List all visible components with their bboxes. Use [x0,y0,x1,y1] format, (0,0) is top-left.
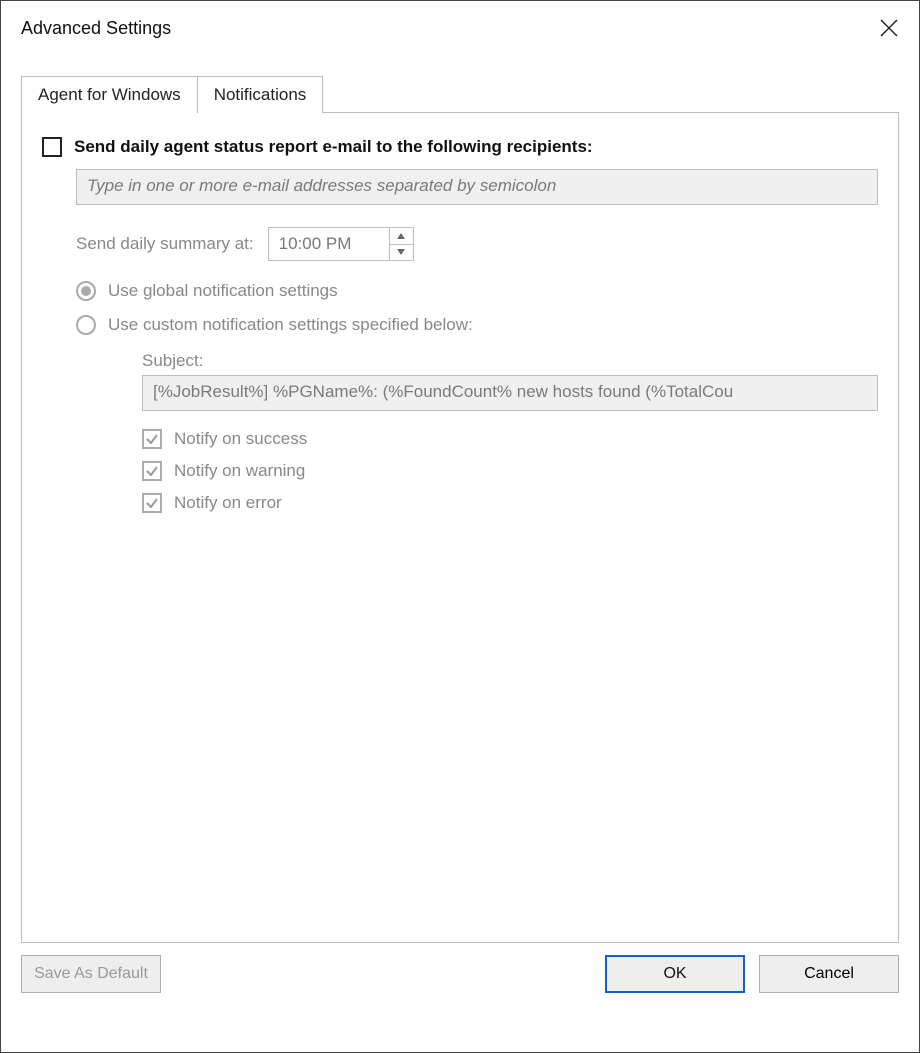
notify-success-label: Notify on success [174,429,307,449]
radio-custom-row: Use custom notification settings specifi… [76,315,878,335]
tabs-region: Agent for Windows Notifications Send dai… [1,75,919,943]
notify-warning-label: Notify on warning [174,461,305,481]
subject-label: Subject: [142,351,878,371]
close-icon [880,19,898,37]
close-button[interactable] [874,13,904,43]
send-daily-checkbox[interactable] [42,137,62,157]
check-icon [145,464,159,478]
tab-label: Agent for Windows [38,85,181,104]
advanced-settings-dialog: Advanced Settings Agent for Windows Noti… [0,0,920,1053]
button-label: Save As Default [34,965,148,983]
radio-global-row: Use global notification settings [76,281,878,301]
send-daily-label: Send daily agent status report e-mail to… [74,137,593,157]
button-label: OK [663,965,686,983]
button-label: Cancel [804,965,854,983]
radio-global[interactable] [76,281,96,301]
tab-notifications[interactable]: Notifications [197,76,324,113]
radio-custom[interactable] [76,315,96,335]
spinner-buttons [389,228,413,260]
dialog-footer: Save As Default OK Cancel [1,943,919,1011]
summary-time-value[interactable]: 10:00 PM [269,228,389,260]
notify-success-checkbox[interactable] [142,429,162,449]
spinner-up-button[interactable] [390,228,413,245]
titlebar: Advanced Settings [1,1,919,53]
tab-panel-notifications: Send daily agent status report e-mail to… [21,113,899,943]
summary-time-spinner[interactable]: 10:00 PM [268,227,414,261]
save-as-default-button[interactable]: Save As Default [21,955,161,993]
send-daily-row: Send daily agent status report e-mail to… [42,137,878,157]
summary-time-row: Send daily summary at: 10:00 PM [76,227,878,261]
recipients-input[interactable]: Type in one or more e-mail addresses sep… [76,169,878,205]
chevron-down-icon [397,249,405,255]
check-icon [145,496,159,510]
notify-error-row: Notify on error [142,493,878,513]
cancel-button[interactable]: Cancel [759,955,899,993]
notify-success-row: Notify on success [142,429,878,449]
subject-input[interactable]: [%JobResult%] %PGName%: (%FoundCount% ne… [142,375,878,411]
notify-error-label: Notify on error [174,493,282,513]
summary-time-label: Send daily summary at: [76,234,254,254]
radio-global-label: Use global notification settings [108,281,338,301]
spinner-down-button[interactable] [390,245,413,261]
dialog-title: Advanced Settings [21,18,171,39]
tab-label: Notifications [214,85,307,104]
notify-warning-checkbox[interactable] [142,461,162,481]
notify-warning-row: Notify on warning [142,461,878,481]
notify-error-checkbox[interactable] [142,493,162,513]
tab-agent-for-windows[interactable]: Agent for Windows [21,76,197,113]
radio-custom-label: Use custom notification settings specifi… [108,315,473,335]
ok-button[interactable]: OK [605,955,745,993]
tab-bar: Agent for Windows Notifications [21,75,899,113]
check-icon [145,432,159,446]
chevron-up-icon [397,233,405,239]
